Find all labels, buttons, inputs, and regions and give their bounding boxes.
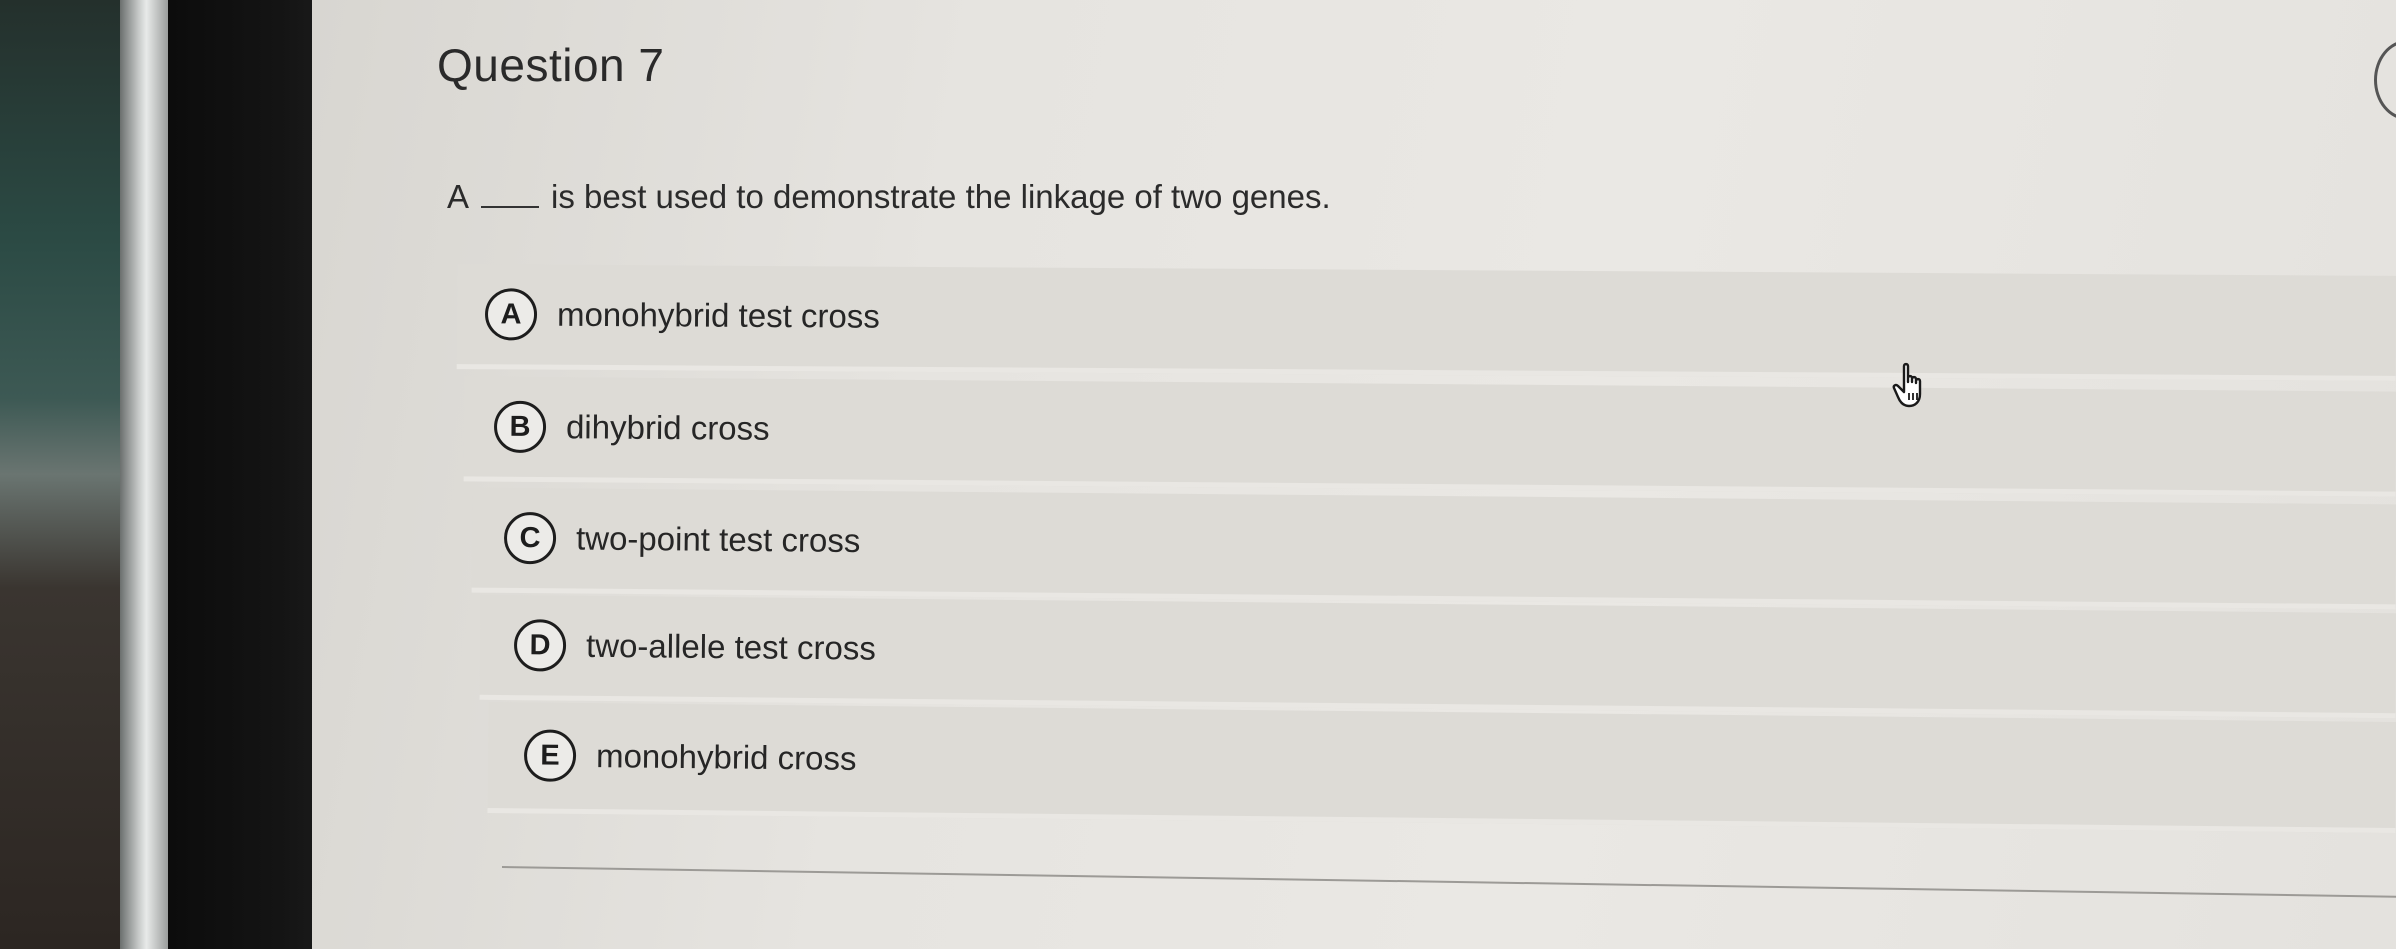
answer-option-c[interactable]: C two-point test cross — [471, 487, 2396, 610]
answer-option-a[interactable]: A monohybrid test cross — [456, 264, 2396, 381]
monitor-bezel — [168, 0, 328, 949]
quiz-screen: Question 7 Ais best used to demonstrate … — [312, 0, 2396, 949]
answer-option-b[interactable]: B dihybrid cross — [463, 376, 2396, 497]
answer-option-e[interactable]: E monohybrid cross — [487, 702, 2396, 833]
hand-pointer-icon — [1892, 362, 1922, 408]
option-letter-badge: D — [513, 619, 567, 672]
prompt-start: A — [447, 178, 470, 215]
photo-scene: Question 7 Ais best used to demonstrate … — [0, 0, 2396, 949]
divider-line — [501, 866, 2396, 898]
option-label: two-point test cross — [575, 519, 861, 559]
option-label: monohybrid cross — [595, 737, 857, 777]
option-label: two-allele test cross — [585, 626, 876, 667]
prompt-end: is best used to demonstrate the linkage … — [551, 178, 1331, 215]
option-letter-badge: E — [523, 729, 577, 782]
question-prompt: Ais best used to demonstrate the linkage… — [447, 178, 1331, 216]
option-letter-badge: C — [503, 511, 557, 565]
monitor-frame — [120, 0, 168, 949]
option-letter-badge: B — [493, 400, 547, 454]
option-label: dihybrid cross — [565, 408, 770, 447]
option-letter-badge: A — [484, 288, 538, 341]
partial-circle-icon — [2374, 40, 2396, 120]
fill-in-blank — [481, 200, 540, 208]
answer-option-d[interactable]: D two-allele test cross — [479, 594, 2396, 719]
option-label: monohybrid test cross — [556, 295, 880, 335]
question-title: Question 7 — [437, 39, 665, 91]
